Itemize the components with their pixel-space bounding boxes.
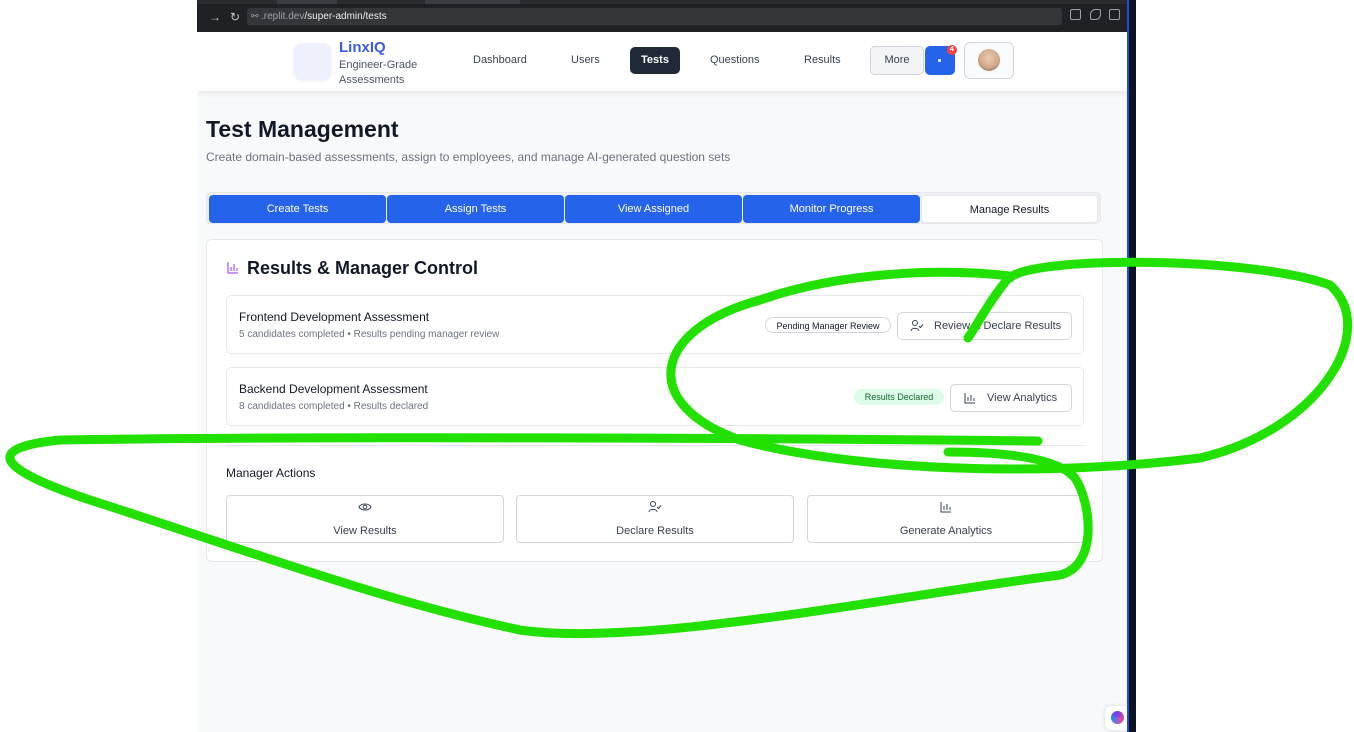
tab-assign-tests[interactable]: Assign Tests xyxy=(387,195,564,223)
user-menu-button[interactable] xyxy=(964,42,1014,79)
bar-chart-icon xyxy=(940,502,951,513)
address-bar[interactable]: ⚯ .replit.dev/super-admin/tests xyxy=(247,8,1062,25)
tab-strip xyxy=(197,0,1127,4)
forward-icon[interactable]: → xyxy=(209,10,221,24)
browser-tab[interactable] xyxy=(425,0,520,4)
window-edge xyxy=(1127,0,1136,732)
url-path: /super-admin/tests xyxy=(304,11,387,22)
tab-create-tests[interactable]: Create Tests xyxy=(209,195,386,223)
logo[interactable] xyxy=(294,43,331,80)
bell-icon xyxy=(938,59,941,62)
wrench-icon[interactable] xyxy=(1090,9,1101,20)
nav-results[interactable]: Results xyxy=(804,54,841,66)
view-analytics-button[interactable]: View Analytics xyxy=(950,384,1072,412)
user-check-icon xyxy=(910,320,924,332)
nav-tests[interactable]: Tests xyxy=(630,47,680,74)
button-label: Review & Declare Results xyxy=(934,320,1062,332)
nav-dashboard[interactable]: Dashboard xyxy=(473,54,527,66)
app-header: LinxIQ Engineer-Grade Assessments Dashbo… xyxy=(197,32,1127,91)
browser-toolbar: → ↻ ⚯ .replit.dev/super-admin/tests xyxy=(197,0,1127,32)
eye-icon xyxy=(358,503,372,511)
bar-chart-icon xyxy=(227,262,238,274)
url-domain: .replit.dev xyxy=(261,11,305,22)
button-label: Generate Analytics xyxy=(899,525,993,537)
assessment-subtitle: 8 candidates completed • Results declare… xyxy=(239,401,429,412)
tab-list: Create Tests Assign Tests View Assigned … xyxy=(206,192,1101,224)
assessment-title: Frontend Development Assessment xyxy=(239,310,430,324)
page-subtitle: Create domain-based assessments, assign … xyxy=(206,150,731,164)
generate-analytics-button[interactable]: Generate Analytics xyxy=(807,495,1085,543)
reload-icon[interactable]: ↻ xyxy=(230,10,240,24)
assessment-title: Backend Development Assessment xyxy=(239,382,428,396)
button-label: View Analytics xyxy=(987,392,1058,404)
button-label: View Results xyxy=(333,525,397,537)
status-badge: Pending Manager Review xyxy=(765,317,891,333)
screencast-icon[interactable] xyxy=(1070,9,1081,20)
link-icon: ⚯ xyxy=(251,11,259,21)
view-results-button[interactable]: View Results xyxy=(226,495,504,543)
tab-view-assigned[interactable]: View Assigned xyxy=(565,195,742,223)
button-label: Declare Results xyxy=(616,525,694,537)
bar-chart-icon xyxy=(964,393,975,404)
notification-badge: 4 xyxy=(947,45,957,55)
assistant-button[interactable] xyxy=(1105,706,1127,730)
more-button[interactable]: More xyxy=(870,46,924,75)
divider xyxy=(226,445,1084,446)
list-item: Frontend Development Assessment 5 candid… xyxy=(226,295,1084,354)
page-title: Test Management xyxy=(206,116,399,142)
browser-window: → ↻ ⚯ .replit.dev/super-admin/tests Linx… xyxy=(197,0,1127,732)
nav-users[interactable]: Users xyxy=(571,54,600,66)
card-title: Results & Manager Control xyxy=(247,258,479,278)
brand-name[interactable]: LinxIQ xyxy=(339,39,386,56)
status-badge: Results Declared xyxy=(854,389,944,405)
assistant-icon xyxy=(1111,711,1124,724)
open-external-icon[interactable] xyxy=(1109,9,1120,20)
review-declare-button[interactable]: Review & Declare Results xyxy=(897,312,1072,340)
brand-tagline: Engineer-Grade Assessments xyxy=(339,59,418,86)
results-card: Results & Manager Control Frontend Devel… xyxy=(206,239,1103,562)
avatar xyxy=(978,49,1000,71)
declare-results-button[interactable]: Declare Results xyxy=(516,495,794,543)
nav-questions[interactable]: Questions xyxy=(710,54,760,66)
browser-tab[interactable] xyxy=(277,0,337,4)
assessment-subtitle: 5 candidates completed • Results pending… xyxy=(239,329,500,340)
tab-manage-results[interactable]: Manage Results xyxy=(921,195,1098,223)
list-item: Backend Development Assessment 8 candida… xyxy=(226,367,1084,426)
user-check-icon xyxy=(648,501,662,513)
manager-actions-heading: Manager Actions xyxy=(226,466,316,480)
tab-monitor-progress[interactable]: Monitor Progress xyxy=(743,195,920,223)
